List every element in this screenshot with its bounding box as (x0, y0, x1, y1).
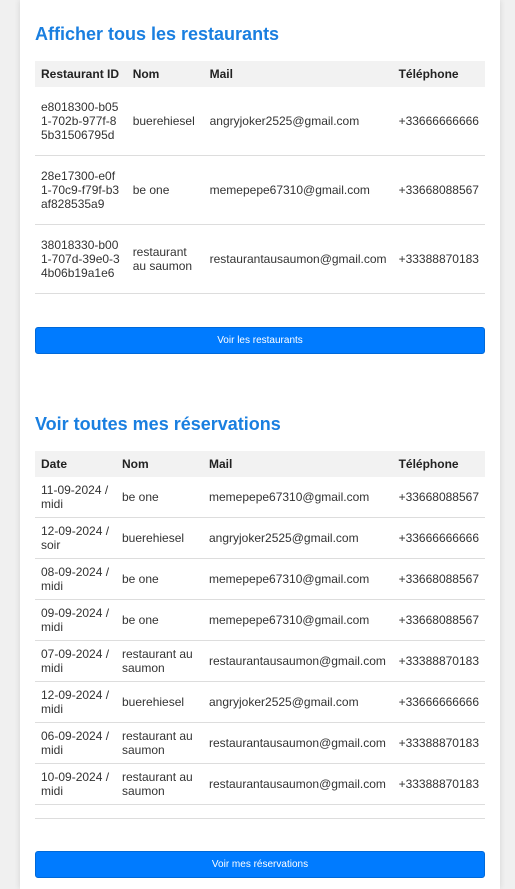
reservations-table: Date Nom Mail Téléphone 11-09-2024 / mid… (35, 451, 485, 805)
reservation-name-cell: be one (116, 477, 203, 518)
table-row: 09-09-2024 / midi be one memepepe67310@g… (35, 599, 485, 641)
restaurant-phone-cell: +33668088567 (392, 155, 485, 225)
reservation-date-cell: 10-09-2024 / midi (35, 763, 116, 805)
main-card: Afficher tous les restaurants Restaurant… (20, 0, 500, 889)
table-row: 07-09-2024 / midi restaurant au saumon r… (35, 640, 485, 682)
divider (35, 818, 485, 819)
restaurant-name-cell: buerehiesel (126, 87, 204, 156)
reservation-date-cell: 09-09-2024 / midi (35, 599, 116, 641)
column-header-telephone: Téléphone (392, 451, 485, 477)
column-header-nom: Nom (126, 61, 204, 87)
restaurant-mail-cell: angryjoker2525@gmail.com (203, 87, 393, 156)
column-header-mail: Mail (203, 451, 393, 477)
reservation-name-cell: be one (116, 558, 203, 600)
restaurants-title: Afficher tous les restaurants (35, 24, 280, 44)
view-reservations-button[interactable]: Voir mes réservations (35, 851, 485, 878)
reservation-name-cell: restaurant au saumon (116, 640, 203, 682)
table-row: 11-09-2024 / midi be one memepepe67310@g… (35, 477, 485, 518)
reservation-name-cell: restaurant au saumon (116, 722, 203, 764)
table-header-row: Restaurant ID Nom Mail Téléphone (35, 61, 485, 87)
table-row: 28e17300-e0f1-70c9-f79f-b3af828535a9 be … (35, 155, 485, 225)
reservation-phone-cell: +33388870183 (392, 640, 485, 682)
restaurant-id-cell: 38018330-b001-707d-39e0-34b06b19a1e6 (35, 224, 127, 294)
reservation-phone-cell: +33666666666 (392, 517, 485, 559)
reservation-mail-cell: memepepe67310@gmail.com (203, 599, 393, 641)
column-header-telephone: Téléphone (392, 61, 485, 87)
restaurant-name-cell: be one (126, 155, 204, 225)
reservation-name-cell: be one (116, 599, 203, 641)
restaurant-phone-cell: +33388870183 (392, 224, 485, 294)
reservation-mail-cell: memepepe67310@gmail.com (203, 558, 393, 600)
restaurant-name-cell: restaurant au saumon (126, 224, 204, 294)
reservation-phone-cell: +33666666666 (392, 681, 485, 723)
table-row: e8018300-b051-702b-977f-85b31506795d bue… (35, 87, 485, 156)
reservation-date-cell: 07-09-2024 / midi (35, 640, 116, 682)
reservation-date-cell: 11-09-2024 / midi (35, 477, 116, 518)
column-header-nom: Nom (116, 451, 203, 477)
reservation-mail-cell: angryjoker2525@gmail.com (203, 681, 393, 723)
reservation-mail-cell: memepepe67310@gmail.com (203, 477, 393, 518)
table-header-row: Date Nom Mail Téléphone (35, 451, 485, 477)
reservation-date-cell: 12-09-2024 / soir (35, 517, 116, 559)
table-row: 10-09-2024 / midi restaurant au saumon r… (35, 763, 485, 805)
table-row: 38018330-b001-707d-39e0-34b06b19a1e6 res… (35, 224, 485, 294)
reservation-name-cell: buerehiesel (116, 681, 203, 723)
column-header-restaurant-id: Restaurant ID (35, 61, 127, 87)
table-row: 08-09-2024 / midi be one memepepe67310@g… (35, 558, 485, 600)
view-restaurants-button[interactable]: Voir les restaurants (35, 327, 485, 354)
restaurants-table: Restaurant ID Nom Mail Téléphone e801830… (35, 61, 485, 294)
reservation-mail-cell: restaurantausaumon@gmail.com (203, 763, 393, 805)
reservation-phone-cell: +33668088567 (392, 558, 485, 600)
restaurant-id-cell: e8018300-b051-702b-977f-85b31506795d (35, 87, 127, 156)
reservation-mail-cell: angryjoker2525@gmail.com (203, 517, 393, 559)
reservation-phone-cell: +33388870183 (392, 763, 485, 805)
reservation-name-cell: buerehiesel (116, 517, 203, 559)
reservation-date-cell: 06-09-2024 / midi (35, 722, 116, 764)
reservation-mail-cell: restaurantausaumon@gmail.com (203, 722, 393, 764)
restaurant-phone-cell: +33666666666 (392, 87, 485, 156)
restaurant-id-cell: 28e17300-e0f1-70c9-f79f-b3af828535a9 (35, 155, 127, 225)
column-header-mail: Mail (203, 61, 393, 87)
reservation-phone-cell: +33668088567 (392, 477, 485, 518)
table-row: 12-09-2024 / midi buerehiesel angryjoker… (35, 681, 485, 723)
reservation-phone-cell: +33388870183 (392, 722, 485, 764)
reservations-title: Voir toutes mes réservations (35, 414, 281, 434)
table-row: 06-09-2024 / midi restaurant au saumon r… (35, 722, 485, 764)
reservation-phone-cell: +33668088567 (392, 599, 485, 641)
table-row: 12-09-2024 / soir buerehiesel angryjoker… (35, 517, 485, 559)
reservation-mail-cell: restaurantausaumon@gmail.com (203, 640, 393, 682)
column-header-date: Date (35, 451, 116, 477)
reservation-date-cell: 08-09-2024 / midi (35, 558, 116, 600)
reservation-date-cell: 12-09-2024 / midi (35, 681, 116, 723)
restaurant-mail-cell: restaurantausaumon@gmail.com (203, 224, 393, 294)
reservation-name-cell: restaurant au saumon (116, 763, 203, 805)
restaurant-mail-cell: memepepe67310@gmail.com (203, 155, 393, 225)
